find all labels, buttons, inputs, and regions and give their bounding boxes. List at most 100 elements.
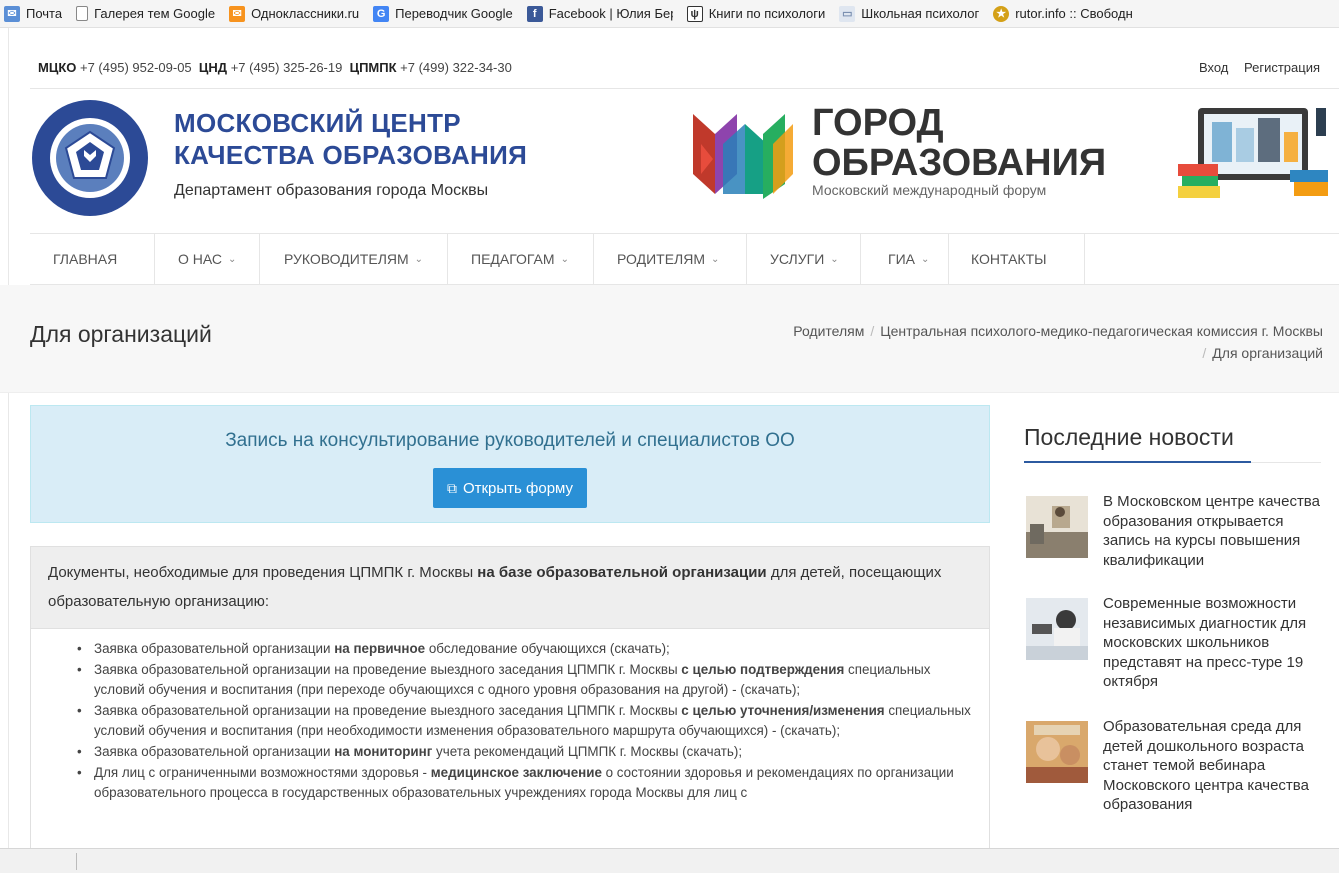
bookmark-label: Почта	[26, 6, 63, 21]
nav-contacts[interactable]: КОНТАКТЫ	[949, 234, 1085, 284]
books-illustration	[1178, 104, 1330, 200]
breadcrumb-item[interactable]: Родителям	[793, 323, 864, 339]
intro-text: Документы, необходимые для проведения ЦП…	[48, 564, 478, 581]
bookmark-school-psych[interactable]: ▭ Школьная психолог	[839, 5, 980, 22]
external-link-icon: ⧉	[446, 479, 457, 496]
register-link[interactable]: Регистрация	[1244, 60, 1320, 75]
auth-links: Вход Регистрация	[1187, 60, 1320, 75]
forum-title-line: ОБРАЗОВАНИЯ	[812, 142, 1107, 184]
consultation-callout: Запись на консультирование руководителей…	[30, 405, 990, 523]
main-nav: ГЛАВНАЯ О НАС ⌄ РУКОВОДИТЕЛЯМ ⌄ ПЕДАГОГАМ ⌄…	[30, 233, 1339, 285]
nav-label: ПЕДАГОГАМ	[471, 251, 555, 267]
item-bold: медицинское заключение	[430, 765, 602, 781]
chevron-down-icon: ⌄	[711, 253, 720, 265]
nav-about[interactable]: О НАС ⌄	[155, 234, 260, 284]
documents-list-wrap: Заявка образовательной организации на пе…	[31, 629, 989, 802]
nav-gia[interactable]: ГИА ⌄	[861, 234, 949, 284]
nav-leaders[interactable]: РУКОВОДИТЕЛЯМ ⌄	[260, 234, 448, 284]
breadcrumb-current: Для организаций	[1212, 345, 1323, 361]
item-text[interactable]: обследование обучающихся (скачать);	[425, 641, 670, 656]
mail-icon: ✉	[4, 5, 20, 22]
page-title: Для организаций	[30, 321, 212, 347]
login-link[interactable]: Вход	[1199, 60, 1228, 75]
book-icon: ψ	[686, 5, 703, 22]
divider	[30, 88, 1339, 89]
mcko-title[interactable]: МОСКОВСКИЙ ЦЕНТР КАЧЕСТВА ОБРАЗОВАНИЯ	[174, 107, 527, 171]
breadcrumb-separator: /	[1202, 345, 1207, 361]
item-bold: на первичное	[334, 641, 426, 656]
news-item[interactable]: В Московском центре качества образования…	[1026, 492, 1326, 582]
contact-org: ЦНД	[198, 60, 228, 75]
list-item: Заявка образовательной организации на пр…	[61, 701, 973, 740]
rutor-icon: ★	[993, 5, 1010, 22]
bookmark-translate[interactable]: G Переводчик Google	[373, 5, 513, 22]
chevron-down-icon: ⌄	[830, 253, 839, 265]
news-title[interactable]: В Московском центре качества образования…	[1103, 492, 1329, 570]
documents-panel: Документы, необходимые для проведения ЦП…	[30, 546, 990, 873]
bookmark-themes[interactable]: Галерея тем Google	[76, 6, 215, 21]
list-item: Заявка образовательной организации на мо…	[61, 742, 973, 762]
intro-bold: на базе образовательной организации	[477, 564, 767, 581]
contact-org: ЦПМПК	[349, 60, 397, 75]
news-thumbnail[interactable]	[1026, 598, 1088, 660]
news-thumbnail[interactable]	[1026, 496, 1088, 558]
bookmark-label: Галерея тем Google	[94, 6, 216, 21]
item-text[interactable]: учета рекомендаций ЦПМПК г. Москвы (скач…	[432, 744, 742, 759]
contact-phone: +7 (495) 325-26-19	[230, 60, 343, 75]
bookmark-label: rutor.info :: Свободн	[1015, 6, 1133, 21]
nav-label: УСЛУГИ	[770, 251, 825, 267]
monitor-icon: ▭	[839, 5, 856, 22]
bookmark-label: Школьная психолог	[861, 6, 980, 21]
bookmark-books[interactable]: ψ Книги по психологи	[686, 5, 825, 22]
mcko-logo[interactable]	[30, 98, 150, 218]
nav-label: ГИА	[888, 251, 915, 267]
list-item: Заявка образовательной организации на пе…	[61, 639, 973, 659]
nav-label: РУКОВОДИТЕЛЯМ	[284, 251, 409, 267]
item-text: Заявка образовательной организации	[94, 744, 335, 760]
callout-title: Запись на консультирование руководителей…	[225, 430, 795, 451]
news-title[interactable]: Образовательная среда для детей дошкольн…	[1103, 717, 1329, 815]
news-title[interactable]: Современные возможности независимых диаг…	[1103, 594, 1329, 692]
documents-intro: Документы, необходимые для проведения ЦП…	[31, 547, 989, 629]
bookmark-label: Одноклассники.ru	[251, 6, 360, 21]
page-icon	[76, 6, 89, 21]
bookmark-rutor[interactable]: ★ rutor.info :: Свободн	[993, 5, 1133, 22]
mcko-title-line: МОСКОВСКИЙ ЦЕНТР	[174, 108, 461, 138]
chevron-down-icon: ⌄	[560, 253, 569, 265]
item-bold: с целью подтверждения	[681, 662, 845, 678]
divider	[1251, 462, 1321, 463]
contact-phone: +7 (495) 952-09-05	[80, 60, 192, 75]
news-thumbnail[interactable]	[1026, 721, 1088, 783]
item-bold: с целью уточнения/изменения	[681, 703, 885, 719]
bookmark-mail[interactable]: ✉ Почта	[4, 5, 63, 22]
breadcrumb-item[interactable]: Центральная психолого-медико-педагогичес…	[880, 323, 1323, 339]
forum-title[interactable]: ГОРОД ОБРАЗОВАНИЯ	[812, 103, 1106, 183]
breadcrumb: Родителям / Центральная психолого-медико-п…	[603, 320, 1323, 364]
nav-home[interactable]: ГЛАВНАЯ	[30, 234, 155, 284]
button-label: Открыть форму	[462, 479, 574, 497]
open-form-button[interactable]: ⧉ Открыть форму	[432, 468, 588, 508]
chevron-down-icon: ⌄	[414, 253, 424, 265]
item-text: Для лиц с ограниченными возможностями зд…	[94, 765, 431, 781]
nav-services[interactable]: УСЛУГИ ⌄	[747, 234, 861, 284]
forum-logo[interactable]	[693, 104, 803, 204]
item-text: Заявка образовательной организации	[94, 641, 335, 656]
forum-title-line: ГОРОД	[812, 102, 944, 144]
news-heading-underline	[1024, 461, 1251, 463]
nav-label: КОНТАКТЫ	[971, 251, 1047, 267]
nav-parents[interactable]: РОДИТЕЛЯМ ⌄	[594, 234, 747, 284]
news-item[interactable]: Образовательная среда для детей дошкольн…	[1026, 717, 1326, 827]
news-item[interactable]: Современные возможности независимых диаг…	[1026, 594, 1326, 704]
breadcrumb-separator: /	[870, 323, 875, 339]
bookmark-label: Facebook | Юлия Бер	[548, 6, 673, 21]
bookmarks-bar: ✉ Почта Галерея тем Google ✉ Одноклассни…	[0, 0, 1339, 28]
bookmark-ok[interactable]: ✉ Одноклассники.ru	[229, 5, 360, 22]
nav-teachers[interactable]: ПЕДАГОГАМ ⌄	[448, 234, 594, 284]
facebook-icon: f	[526, 5, 543, 22]
list-item: Для лиц с ограниченными возможностями зд…	[61, 763, 973, 802]
bookmark-facebook[interactable]: f Facebook | Юлия Бер	[526, 5, 673, 22]
translate-icon: G	[373, 5, 390, 22]
contacts: МЦКО +7 (495) 952-09-05 ЦНД +7 (495) 325…	[38, 60, 512, 75]
nav-label: РОДИТЕЛЯМ	[617, 251, 706, 267]
contact-org: МЦКО	[38, 60, 77, 75]
